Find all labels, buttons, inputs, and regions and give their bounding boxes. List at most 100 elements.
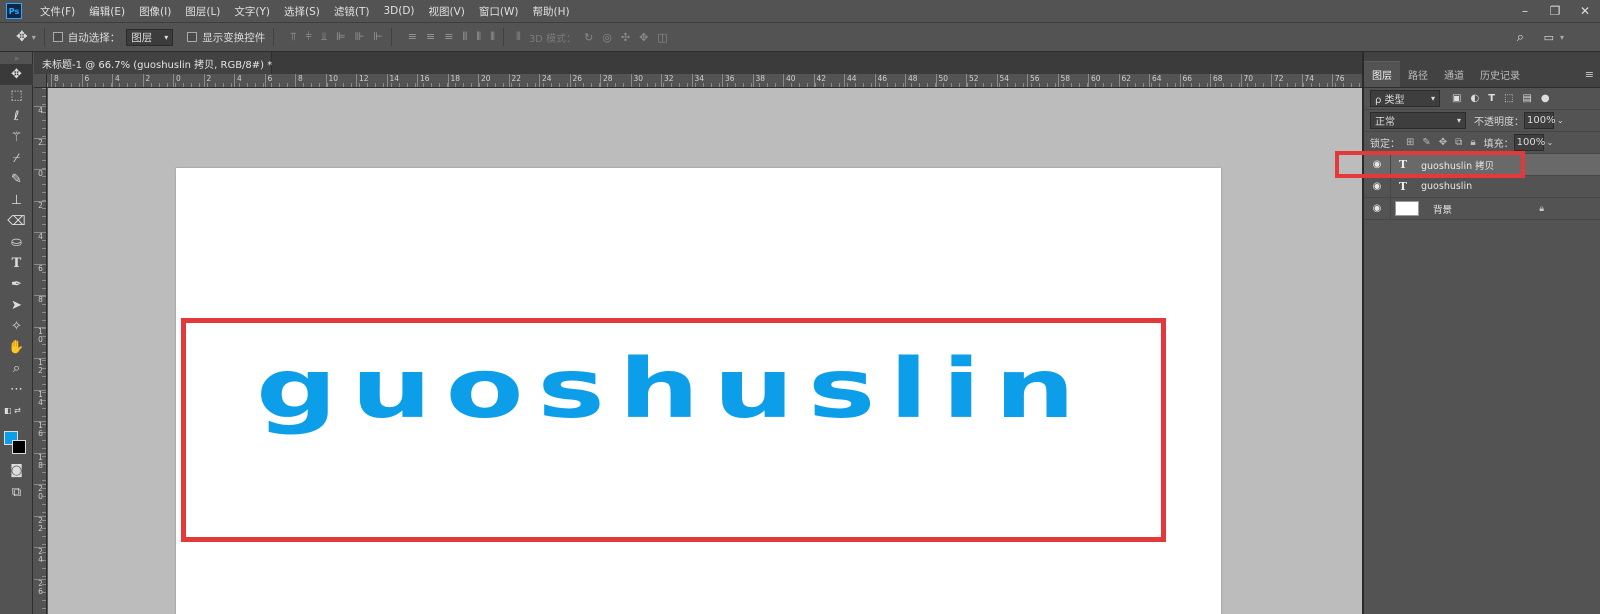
ruler-origin[interactable] xyxy=(34,74,47,88)
layer-filter-dropdown[interactable]: ρ 类型 ▾ xyxy=(1370,90,1440,107)
fill-field[interactable]: 100% xyxy=(1513,134,1545,151)
document-tab[interactable]: 未标题-1 @ 66.7% (guoshuslin 拷贝, RGB/8#) * … xyxy=(34,52,289,74)
panel-menu-icon[interactable]: ≡ xyxy=(1585,68,1594,81)
ruler-tick-label: 44 xyxy=(844,74,857,87)
lock-position-icon[interactable]: ✥ xyxy=(1439,137,1447,148)
roll-3d-icon[interactable]: ◎ xyxy=(602,31,612,44)
layer-filter-row: ρ 类型 ▾ ▣ ◐ T ⬚ ▤ ● xyxy=(1364,88,1600,110)
workspace-icon[interactable]: ▭ xyxy=(1544,31,1554,44)
align-bottom-icon[interactable]: ⫫ xyxy=(321,30,327,44)
marquee-tool-icon[interactable]: ⬚ xyxy=(0,85,33,106)
type-filter-icon[interactable]: T xyxy=(1488,93,1495,104)
more-tools-icon[interactable]: ⋯ xyxy=(0,379,33,400)
menu-select[interactable]: 选择(S) xyxy=(284,4,320,19)
chevron-down-icon[interactable]: ▾ xyxy=(32,33,36,42)
quick-mask-icon[interactable]: ◙ xyxy=(0,460,33,481)
menu-filter[interactable]: 滤镜(T) xyxy=(334,4,370,19)
lock-artboard-icon[interactable]: ⧉ xyxy=(1455,137,1462,148)
lock-pixels-icon[interactable]: ✎ xyxy=(1422,137,1430,148)
lock-all-icon[interactable]: 🔒︎ xyxy=(1470,137,1475,148)
tab-channels[interactable]: 通道 xyxy=(1436,67,1472,87)
chevron-down-icon[interactable]: ▾ xyxy=(1560,33,1564,42)
chevron-down-icon[interactable]: ⌄ xyxy=(1557,116,1564,125)
auto-select-checkbox[interactable] xyxy=(52,32,63,42)
blend-mode-dropdown[interactable]: 正常 ▾ xyxy=(1370,112,1466,129)
menu-layer[interactable]: 图层(L) xyxy=(185,4,220,19)
ruler-tick-label: 2 xyxy=(34,137,46,147)
ruler-tick-label: 58 xyxy=(1057,74,1070,87)
lock-label: 锁定： xyxy=(1370,139,1400,150)
visibility-eye-icon[interactable]: ◉ xyxy=(1364,203,1390,214)
swap-colors-icon[interactable]: ◧ ⇄ xyxy=(0,400,33,420)
move-tool-icon[interactable]: ✥ xyxy=(0,64,33,85)
horizontal-ruler[interactable]: 8 6 4 2 0 2 4 6 8 10 12 14 16 18 20 22 24 26 28 30 32 34 36 38 4… xyxy=(47,74,1362,88)
adjustment-filter-icon[interactable]: ◐ xyxy=(1470,93,1479,104)
menu-3d[interactable]: 3D(D) xyxy=(383,5,414,17)
auto-select-dropdown[interactable]: 图层 ▾ xyxy=(126,28,174,46)
magic-wand-tool-icon[interactable]: ⚚ xyxy=(0,127,33,148)
shape-tool-icon[interactable]: ✧ xyxy=(0,316,33,337)
restore-button[interactable]: ❐ xyxy=(1540,0,1570,22)
smart-object-filter-icon[interactable]: ▤ xyxy=(1522,93,1531,104)
background-color-swatch[interactable] xyxy=(12,440,26,454)
canvas-workspace[interactable]: guoshuslin xyxy=(48,88,1362,614)
zoom-tool-icon[interactable]: ⌕ xyxy=(0,358,33,379)
pen-tool-icon[interactable]: ✒ xyxy=(0,274,33,295)
menu-file[interactable]: 文件(F) xyxy=(40,4,75,19)
menu-help[interactable]: 帮助(H) xyxy=(533,4,570,19)
layer-name[interactable]: 背景 xyxy=(1433,202,1452,216)
menu-edit[interactable]: 编辑(E) xyxy=(89,4,125,19)
menu-image[interactable]: 图像(I) xyxy=(139,4,171,19)
menu-view[interactable]: 视图(V) xyxy=(429,4,465,19)
lock-transparency-icon[interactable]: ⊞ xyxy=(1406,137,1414,148)
align-top-icon[interactable]: ⫪ xyxy=(290,30,296,44)
clone-stamp-tool-icon[interactable]: ⊥ xyxy=(0,190,33,211)
chevron-down-icon[interactable]: ⌄ xyxy=(1547,138,1554,147)
tab-history[interactable]: 历史记录 xyxy=(1472,67,1528,87)
menu-window[interactable]: 窗口(W) xyxy=(479,4,519,19)
collapse-icon[interactable]: » xyxy=(0,52,33,64)
rotate-3d-icon[interactable]: ↻ xyxy=(584,31,593,44)
layer-row[interactable]: ◉ 背景 🔒︎ xyxy=(1364,197,1600,220)
opacity-field[interactable]: 100% xyxy=(1524,112,1556,129)
filter-toggle-icon[interactable]: ● xyxy=(1541,93,1550,104)
search-icon[interactable]: ⌕ xyxy=(1517,30,1524,45)
eyedropper-tool-icon[interactable]: ⌿ xyxy=(0,148,33,169)
close-window-button[interactable]: ✕ xyxy=(1570,0,1600,22)
tab-paths[interactable]: 路径 xyxy=(1400,67,1436,87)
layer-row[interactable]: ◉ T guoshuslin xyxy=(1364,175,1600,198)
visibility-eye-icon[interactable]: ◉ xyxy=(1364,181,1390,192)
distribute-left-icon[interactable]: ⦀ xyxy=(462,30,467,44)
align-vcenter-icon[interactable]: ⫩ xyxy=(305,30,311,44)
scale-3d-icon[interactable]: ◫ xyxy=(657,31,667,44)
move-tool-icon[interactable]: ✥ xyxy=(16,29,28,45)
slide-3d-icon[interactable]: ✥ xyxy=(639,31,648,44)
brush-tool-icon[interactable]: ✎ xyxy=(0,169,33,190)
vertical-ruler[interactable]: 4202468101214161820222426 xyxy=(34,88,47,614)
pan-3d-icon[interactable]: ✣ xyxy=(621,31,630,44)
minimize-button[interactable]: – xyxy=(1510,0,1540,22)
show-transform-checkbox[interactable] xyxy=(187,32,198,42)
tab-layers[interactable]: 图层 xyxy=(1364,61,1400,87)
distribute-right-icon[interactable]: ⦀ xyxy=(490,30,495,44)
shape-filter-icon[interactable]: ⬚ xyxy=(1504,93,1513,104)
hand-tool-icon[interactable]: ✋ xyxy=(0,337,33,358)
align-left-icon[interactable]: ⊫ xyxy=(336,30,346,44)
type-tool-icon[interactable]: T xyxy=(0,253,33,274)
menu-type[interactable]: 文字(Y) xyxy=(234,4,270,19)
path-selection-tool-icon[interactable]: ➤ xyxy=(0,295,33,316)
align-right-icon[interactable]: ⊩ xyxy=(373,30,383,44)
pixel-filter-icon[interactable]: ▣ xyxy=(1452,93,1461,104)
align-hcenter-icon[interactable]: ⊪ xyxy=(355,30,365,44)
layer-name[interactable]: guoshuslin xyxy=(1421,181,1472,192)
eraser-tool-icon[interactable]: ⌫ xyxy=(0,211,33,232)
distribute-hcenter-icon[interactable]: ⦀ xyxy=(476,30,481,44)
lasso-tool-icon[interactable]: ℓ xyxy=(0,106,33,127)
distribute-vcenter-icon[interactable]: ≡ xyxy=(426,30,435,44)
auto-align-icon[interactable]: ⦀ xyxy=(516,30,521,44)
lock-icon[interactable]: 🔒︎ xyxy=(1539,204,1544,214)
paint-bucket-tool-icon[interactable]: ⛀ xyxy=(0,232,33,253)
distribute-top-icon[interactable]: ≡ xyxy=(408,30,417,44)
screen-mode-icon[interactable]: ⧉ xyxy=(0,482,33,503)
distribute-bottom-icon[interactable]: ≡ xyxy=(444,30,453,44)
